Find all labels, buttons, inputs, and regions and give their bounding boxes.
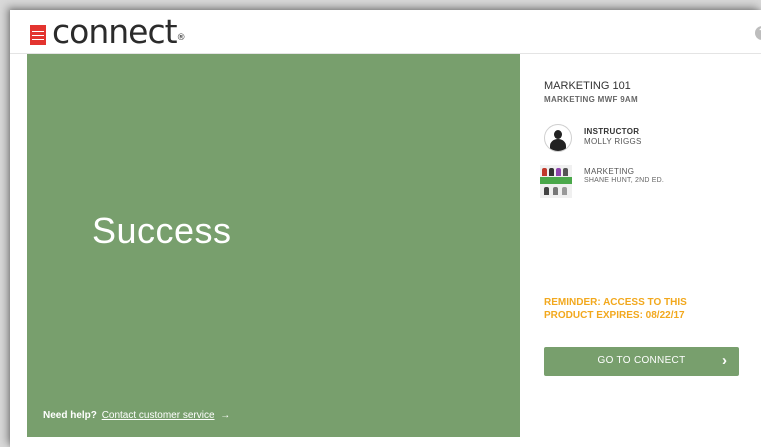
logo-stripe [32, 31, 44, 32]
cover-figure [563, 168, 568, 176]
instructor-name: MOLLY RIGGS [584, 137, 642, 146]
cover-band [540, 177, 572, 184]
reminder-line-1: REMINDER: ACCESS TO THIS [544, 297, 687, 308]
logo-stripe [32, 39, 44, 40]
registered-mark: ® [176, 33, 186, 43]
cover-figure [549, 168, 554, 176]
chevron-right-icon: › [722, 352, 727, 369]
section-name: MARKETING MWF 9AM [544, 95, 638, 104]
access-reminder: REMINDER: ACCESS TO THIS PRODUCT EXPIRES… [544, 296, 744, 322]
connect-logo: connect® [52, 14, 186, 50]
instructor-label: INSTRUCTOR [584, 127, 640, 136]
cover-figure [553, 187, 558, 195]
go-to-connect-button[interactable]: GO TO CONNECT › [544, 347, 739, 376]
connect-window: connect® ? Success Need help? Contact cu… [10, 10, 761, 447]
success-title: Success [92, 210, 232, 251]
go-to-connect-label: GO TO CONNECT [597, 355, 686, 366]
app-header: connect® ? [10, 10, 761, 54]
book-title: MARKETING [584, 167, 635, 176]
contact-customer-service-link[interactable]: Contact customer service [102, 410, 215, 421]
cover-figure [562, 187, 567, 195]
logo-stripe [32, 35, 44, 36]
book-cover-image [540, 165, 572, 198]
cover-figure [556, 168, 561, 176]
reminder-line-2: PRODUCT EXPIRES: 08/22/17 [544, 310, 685, 321]
course-info-panel: MARKETING 101 MARKETING MWF 9AM INSTRUCT… [540, 80, 754, 198]
help-line: Need help? Contact customer service → [43, 410, 230, 421]
cover-figure [542, 168, 547, 176]
success-hero-panel: Success Need help? Contact customer serv… [27, 54, 520, 437]
avatar-body [550, 139, 566, 151]
cover-figure [544, 187, 549, 195]
logo-wordmark: connect [52, 12, 178, 51]
instructor-avatar-icon [544, 124, 572, 152]
arrow-right-icon: → [220, 410, 231, 421]
book-author: SHANE HUNT, 2ND ED. [584, 177, 665, 184]
mcgraw-hill-logo [30, 25, 46, 45]
question-circle-icon[interactable]: ? [755, 26, 761, 40]
course-name: MARKETING 101 [544, 80, 631, 92]
avatar-head [554, 130, 562, 139]
need-help-label: Need help? [43, 410, 97, 421]
